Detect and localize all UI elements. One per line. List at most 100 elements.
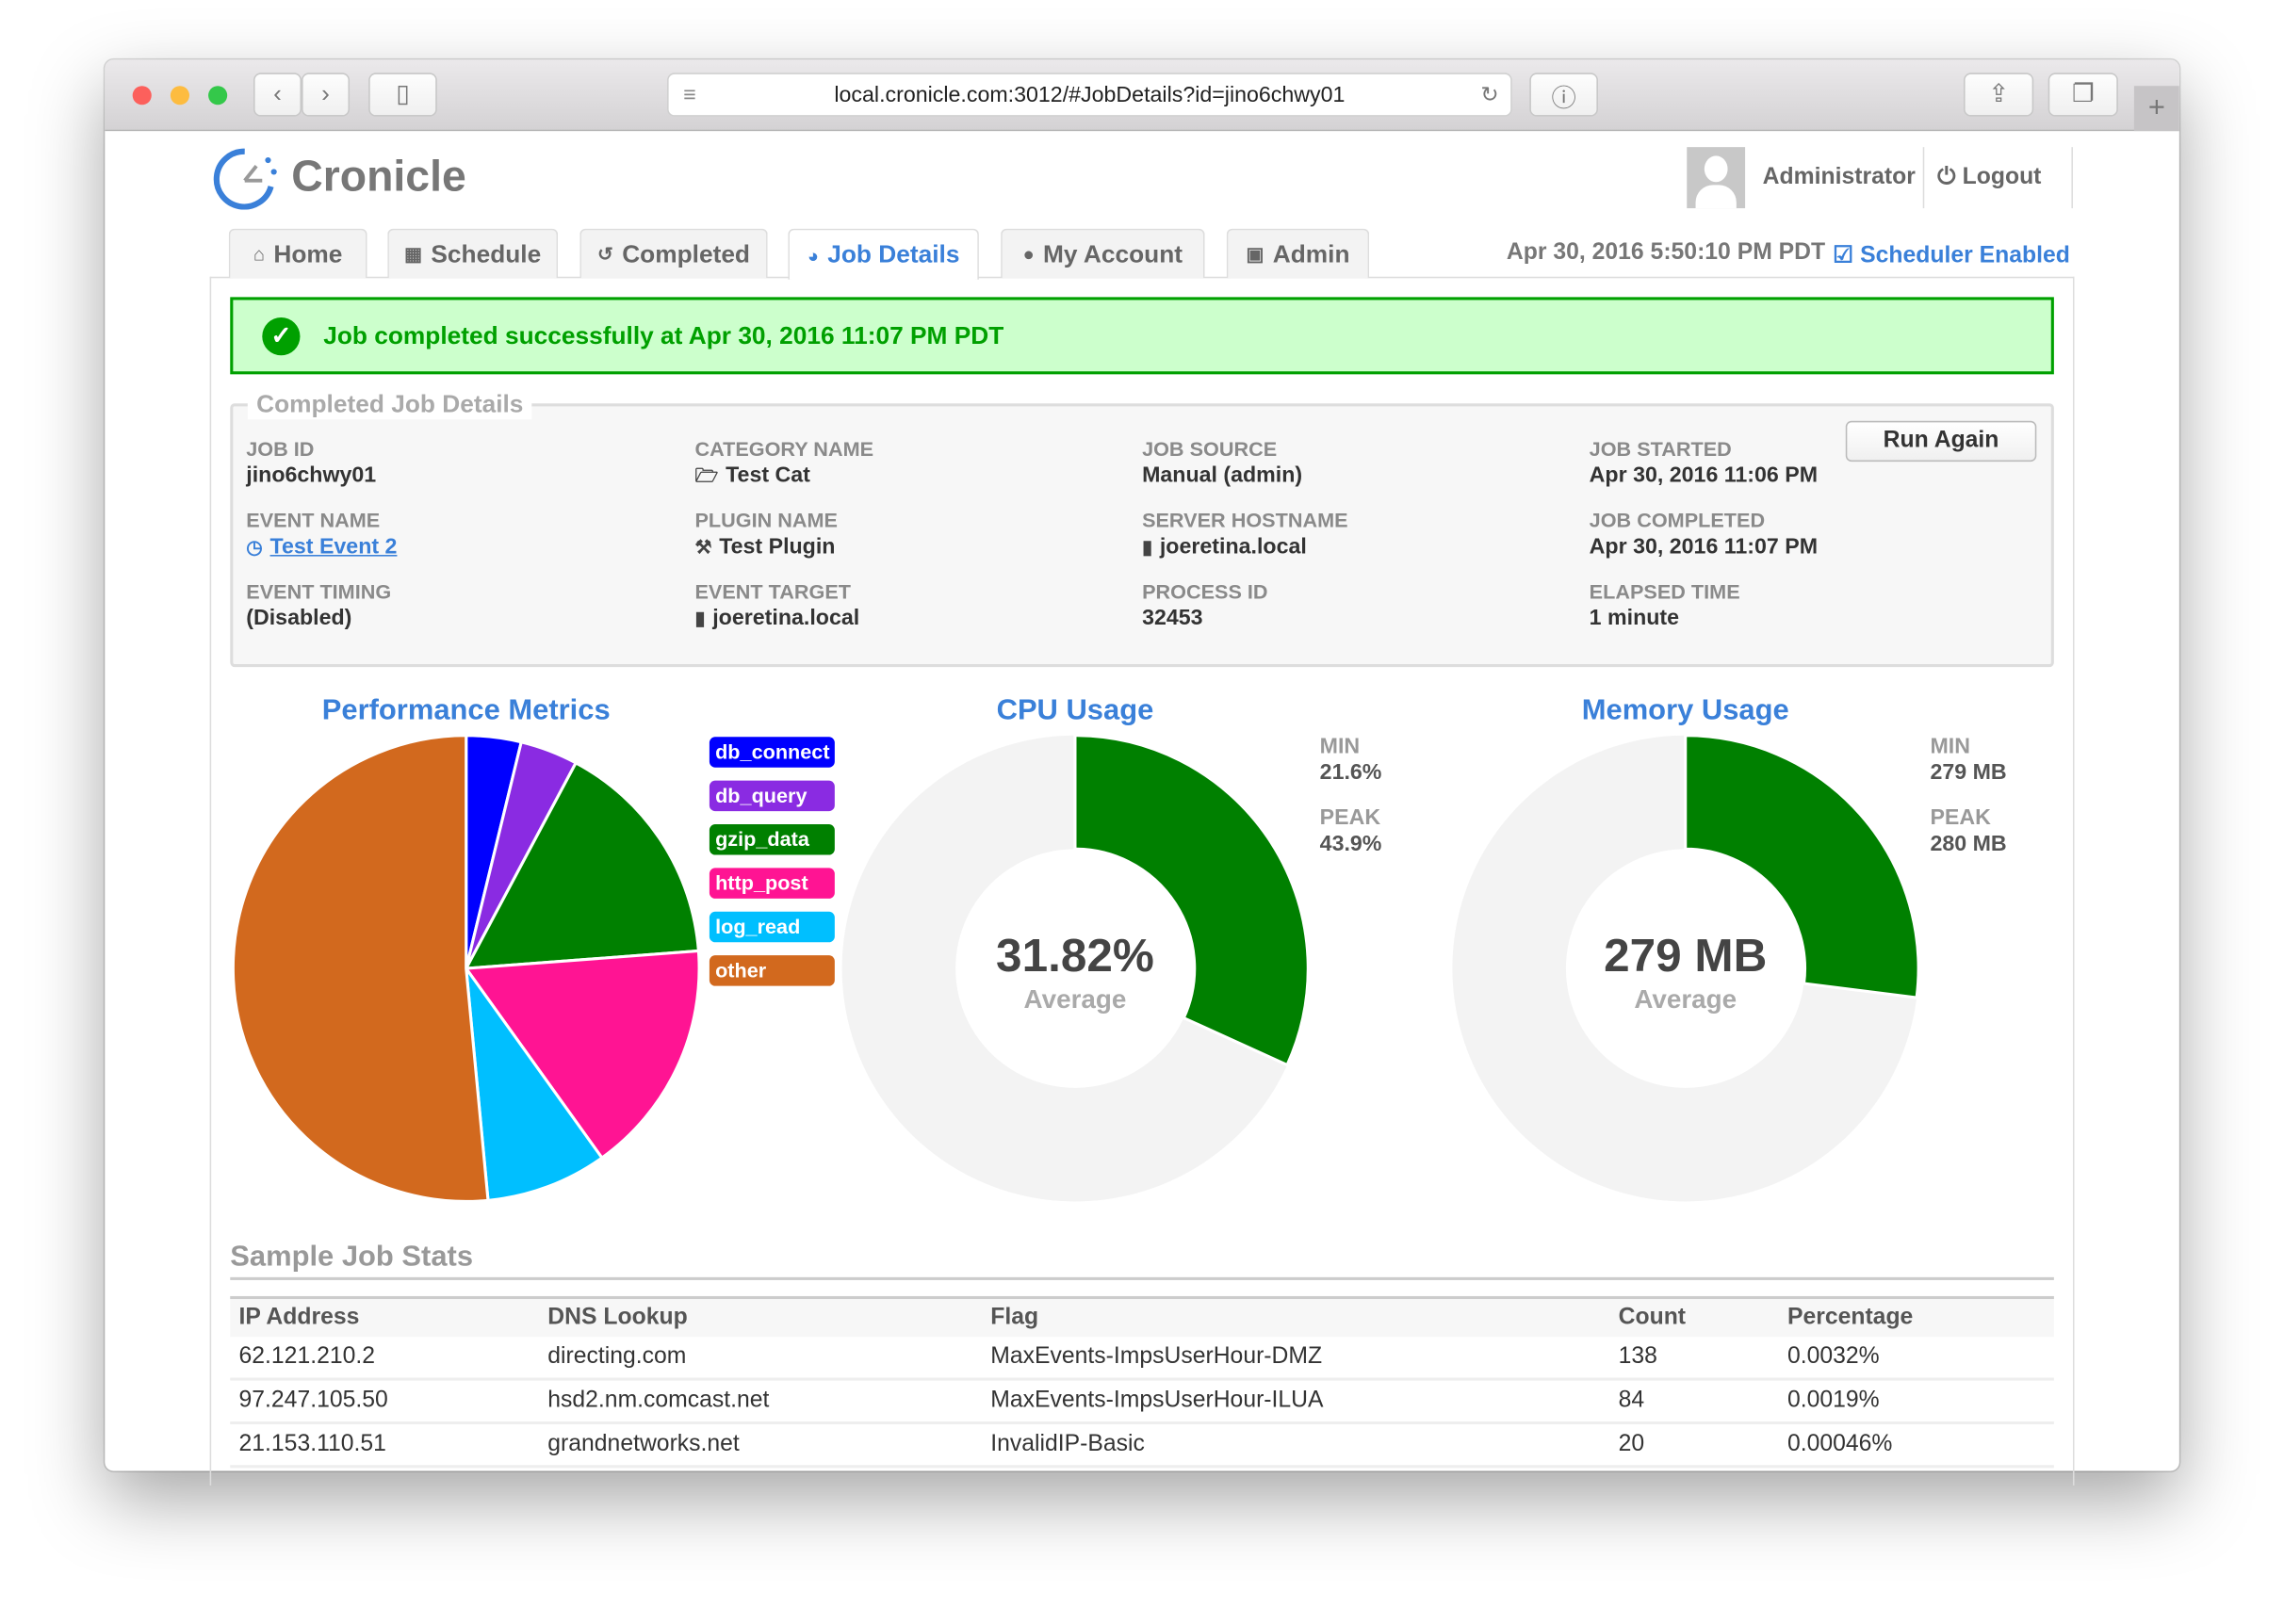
donut-peak-label: PEAK: [1319, 804, 1381, 831]
field-value-text[interactable]: Test Event 2: [270, 534, 398, 559]
column-header[interactable]: Percentage: [1787, 1305, 1913, 1331]
tab-job-details[interactable]: ◕ Job Details: [788, 228, 979, 280]
donut-min-label: MIN: [1930, 734, 1970, 759]
tab-label: My Account: [1043, 239, 1183, 268]
field-value-text: Test Plugin: [719, 534, 836, 560]
field-value-text: (Disabled): [246, 606, 352, 631]
legend-item[interactable]: db_query: [709, 780, 835, 812]
donut-peak: 43.9%: [1319, 831, 1382, 857]
donut-sublabel: Average: [1634, 984, 1737, 1015]
tab-label: Job Details: [827, 240, 960, 268]
legend-item[interactable]: gzip_data: [709, 824, 835, 855]
tab-home[interactable]: ⌂ Home: [228, 228, 367, 279]
field-value: ▮ joeretina.local: [694, 606, 859, 630]
pie-chart-icon: ◕: [807, 243, 819, 267]
tab-label: Schedule: [431, 239, 542, 268]
lock-icon: ▣: [1246, 242, 1264, 265]
stats-title: Sample Job Stats: [230, 1241, 474, 1274]
home-icon: ⌂: [253, 243, 266, 266]
column-header[interactable]: DNS Lookup: [547, 1305, 687, 1331]
table-cell: InvalidIP-Basic: [990, 1431, 1145, 1456]
table-cell: directing.com: [547, 1343, 687, 1370]
chart-title: Performance Metrics: [321, 694, 611, 727]
field-value-text: Apr 30, 2016 11:07 PM: [1589, 534, 1819, 560]
table-cell: MaxEvents-ImpsUserHour-DMZ: [990, 1343, 1323, 1370]
server-icon: ▮: [694, 607, 706, 629]
donut-fill[interactable]: [1073, 734, 1310, 1067]
table-cell: 21.153.110.51: [238, 1431, 386, 1456]
table-cell: hsd2.nm.comcast.net: [547, 1388, 770, 1413]
field-value: (Disabled): [246, 606, 351, 630]
chart-title: Memory Usage: [1581, 694, 1789, 727]
tab-label: Completed: [622, 239, 750, 268]
field-label: JOB STARTED: [1589, 436, 1732, 461]
table-cell: MaxEvents-ImpsUserHour-ILUA: [990, 1388, 1324, 1413]
table-header: [230, 1295, 2054, 1338]
donut-value: 279 MB: [1604, 929, 1768, 983]
calendar-icon: ▦: [404, 242, 423, 265]
table-cell: 138: [1618, 1343, 1657, 1370]
field-value: Manual (admin): [1142, 463, 1302, 488]
donut-peak-label: PEAK: [1930, 804, 1991, 831]
legend-item[interactable]: http_post: [709, 868, 835, 899]
field-value-text: 32453: [1142, 606, 1203, 631]
legend-item[interactable]: other: [709, 955, 835, 986]
legend-item[interactable]: log_read: [709, 911, 835, 943]
tab-my-account[interactable]: ● My Account: [1001, 228, 1205, 279]
field-value-text: Apr 30, 2016 11:06 PM: [1589, 463, 1819, 488]
chart-title: CPU Usage: [996, 694, 1154, 727]
donut-min: 279 MB: [1930, 760, 2007, 786]
field-label: PROCESS ID: [1142, 579, 1268, 604]
legend-item[interactable]: db_connect: [709, 737, 835, 768]
field-value-text: jino6chwy01: [246, 463, 377, 488]
field-value: 32453: [1142, 606, 1202, 630]
field-label: PLUGIN NAME: [694, 508, 838, 532]
table-cell: 97.247.105.50: [238, 1388, 388, 1413]
field-value: ⚒ Test Plugin: [694, 534, 835, 559]
clock-icon: ◷: [246, 535, 263, 559]
server-icon: ▮: [1142, 535, 1153, 559]
field-value-text: joeretina.local: [1159, 534, 1307, 560]
field-label: SERVER HOSTNAME: [1142, 508, 1348, 532]
table-cell: 84: [1618, 1388, 1645, 1413]
field-value[interactable]: ◷ Test Event 2: [246, 534, 397, 559]
field-label: EVENT TARGET: [694, 579, 851, 604]
field-value-text: joeretina.local: [712, 606, 860, 631]
donut-min-label: MIN: [1319, 734, 1361, 759]
field-value: Apr 30, 2016 11:06 PM: [1590, 463, 1818, 488]
tab-completed[interactable]: ↺ Completed: [579, 228, 768, 279]
donut-min: 21.6%: [1319, 760, 1382, 786]
field-value: Apr 30, 2016 11:07 PM: [1590, 534, 1818, 559]
table-cell: 0.00046%: [1786, 1431, 1893, 1456]
column-header[interactable]: IP Address: [239, 1305, 360, 1331]
tab-label: Home: [273, 239, 343, 268]
field-label: EVENT TIMING: [246, 579, 392, 604]
field-label: JOB SOURCE: [1142, 436, 1278, 461]
field-value: 1 minute: [1590, 606, 1679, 630]
field-label: JOB ID: [246, 436, 315, 461]
donut-sublabel: Average: [1023, 984, 1127, 1015]
donut-value: 31.82%: [996, 929, 1154, 983]
field-label: JOB COMPLETED: [1589, 508, 1766, 532]
field-value-text: Test Cat: [726, 463, 810, 488]
field-value: ▮ joeretina.local: [1142, 534, 1307, 559]
tab-schedule[interactable]: ▦ Schedule: [387, 228, 559, 279]
field-value-text: Manual (admin): [1142, 463, 1303, 488]
field-label: CATEGORY NAME: [694, 436, 874, 461]
history-icon: ↺: [597, 242, 613, 265]
table-cell: grandnetworks.net: [547, 1431, 740, 1456]
table-cell: 62.121.210.2: [238, 1343, 375, 1370]
field-label: EVENT NAME: [246, 508, 381, 532]
tab-label: Admin: [1272, 239, 1350, 268]
field-value: jino6chwy01: [246, 463, 376, 488]
tab-admin[interactable]: ▣ Admin: [1226, 228, 1370, 279]
donut-peak: 280 MB: [1930, 831, 2007, 857]
field-value-text: 1 minute: [1589, 606, 1680, 631]
pie-slice-other[interactable]: [231, 734, 490, 1203]
column-header[interactable]: Flag: [990, 1305, 1038, 1331]
plug-icon: ⚒: [694, 535, 712, 559]
column-header[interactable]: Count: [1619, 1305, 1686, 1331]
field-label: ELAPSED TIME: [1589, 579, 1740, 604]
folder-icon: 🗁: [694, 464, 719, 487]
table-cell: 20: [1618, 1431, 1645, 1456]
